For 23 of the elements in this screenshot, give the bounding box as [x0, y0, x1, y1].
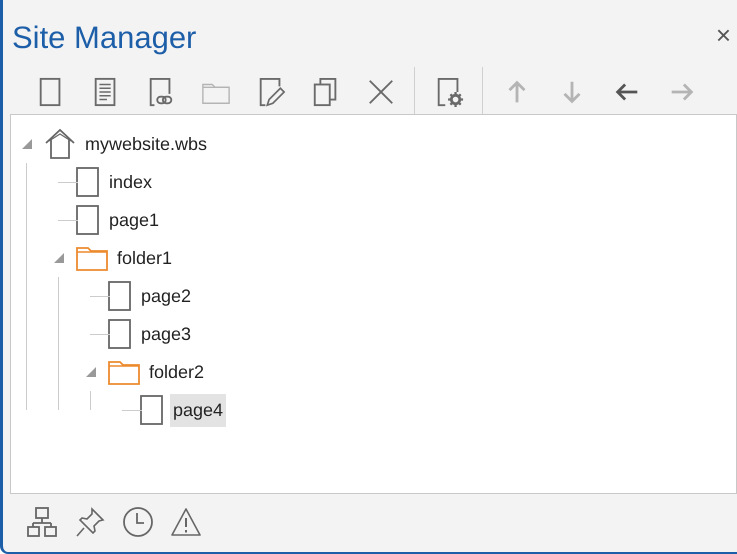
tree-item[interactable]: index — [106, 166, 156, 198]
tree-item[interactable]: page1 — [106, 204, 162, 236]
expander-icon[interactable] — [21, 138, 33, 150]
page-icon — [140, 395, 164, 425]
expander-icon[interactable] — [85, 366, 97, 378]
window-title: Site Manager — [11, 19, 196, 53]
tree-item[interactable]: folder1 — [114, 242, 176, 274]
tree-item[interactable]: mywebsite.wbs — [82, 128, 210, 160]
expander-icon[interactable] — [53, 252, 65, 264]
tree-item[interactable]: page3 — [138, 318, 194, 350]
close-button[interactable]: × — [710, 22, 737, 48]
tree-item[interactable]: page4 — [170, 394, 226, 426]
sitemap-button[interactable] — [25, 506, 59, 540]
tree-item[interactable]: folder2 — [146, 356, 208, 388]
page-icon — [76, 167, 100, 197]
clock-button[interactable] — [121, 506, 155, 540]
folder-icon — [108, 359, 140, 385]
page-icon — [76, 205, 100, 235]
folder-icon — [76, 245, 108, 271]
page-icon — [108, 319, 132, 349]
page-icon — [108, 281, 132, 311]
tree-item[interactable]: page2 — [138, 280, 194, 312]
home-icon — [44, 128, 76, 160]
